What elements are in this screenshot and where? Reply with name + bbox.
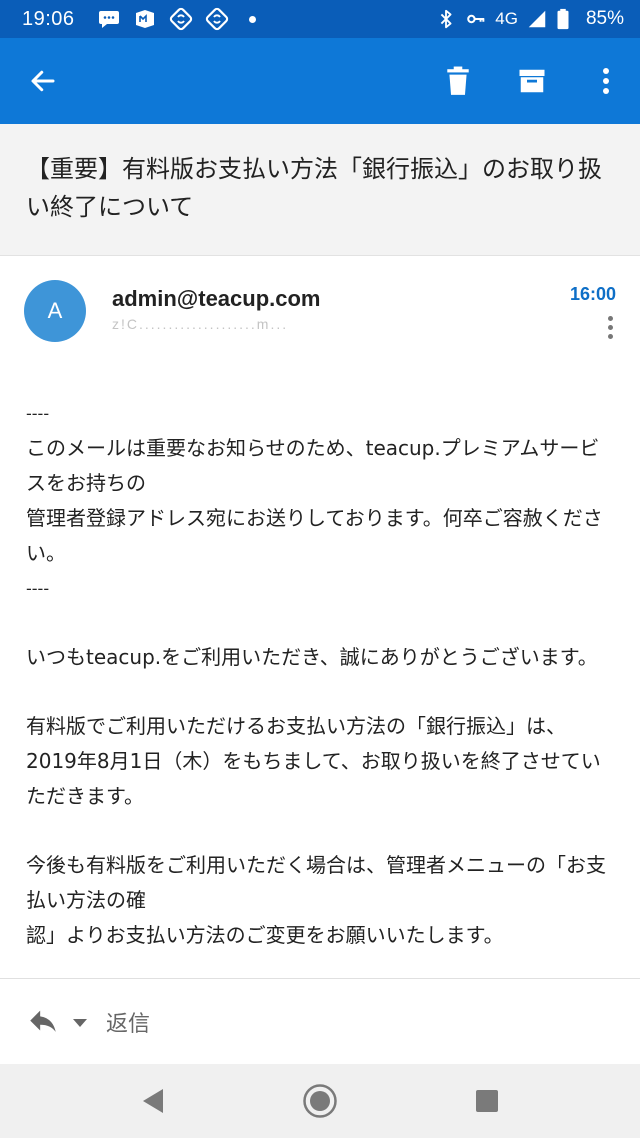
status-bar: 19:06 4G 85%: [0, 0, 640, 38]
separator-line: ----: [26, 579, 50, 598]
signal-icon: [526, 8, 548, 30]
archive-icon: [519, 69, 545, 93]
more-vertical-icon: [607, 315, 613, 321]
body-paragraph: 今後も有料版をご利用いただく場合は、管理者メニューの「お支払い方法の確: [26, 853, 606, 912]
arrow-left-icon: [31, 70, 55, 92]
archive-button[interactable]: [500, 49, 564, 113]
message-more-button[interactable]: [600, 312, 620, 342]
recipient-preview: z!C....................m...: [112, 318, 289, 330]
body-paragraph: いつもteacup.をご利用いただき、誠にありがとうございます。: [26, 645, 598, 669]
mail-app-icon: [133, 7, 157, 31]
back-button[interactable]: [11, 49, 75, 113]
delete-button[interactable]: [426, 49, 490, 113]
reply-label[interactable]: 返信: [106, 1006, 150, 1038]
body-paragraph: 有料版でご利用いただけるお支払い方法の「銀行振込」は、: [26, 714, 566, 738]
email-body: ---- このメールは重要なお知らせのため、teacup.プレミアムサービスをお…: [0, 356, 640, 978]
back-triangle-icon: [143, 1089, 164, 1113]
chat-bubble-icon: [97, 7, 121, 31]
sync-icon: [169, 7, 193, 31]
bluetooth-icon: [435, 8, 457, 30]
app-bar: [0, 38, 640, 124]
body-paragraph: 管理者登録アドレス宛にお送りしております。何卒ご容赦ください。: [26, 506, 603, 565]
separator-line: ----: [26, 404, 50, 423]
more-notifications-dot: [248, 15, 256, 23]
avatar[interactable]: A: [24, 280, 86, 342]
email-body-text: ---- このメールは重要なお知らせのため、teacup.プレミアムサービスをお…: [0, 356, 640, 953]
body-paragraph: 認」よりお支払い方法のご変更をお願いいたします。: [26, 923, 504, 947]
sent-time: 16:00: [569, 284, 616, 304]
sync-icon: [205, 7, 229, 31]
nav-recents-button[interactable]: [462, 1076, 512, 1126]
chevron-down-icon[interactable]: [70, 1012, 90, 1032]
status-time: 19:06: [22, 7, 75, 30]
battery-icon: [556, 8, 578, 30]
nav-home-button[interactable]: [295, 1076, 345, 1126]
notification-icons: [97, 7, 256, 31]
trash-icon: [447, 66, 469, 95]
body-paragraph: 2019年8月1日（木）をもちまして、お取り扱いを終了させていただきます。: [26, 749, 601, 808]
body-paragraph: このメールは重要なお知らせのため、teacup.プレミアムサービスをお持ちの: [26, 436, 600, 495]
email-subject-header: 【重要】有料版お支払い方法「銀行振込」のお取り扱い終了について: [0, 124, 640, 256]
network-type: 4G: [495, 9, 518, 28]
app-bar-actions: [416, 49, 638, 113]
home-circle-icon: [303, 1084, 337, 1118]
key-icon: [465, 8, 487, 30]
reply-icon[interactable]: [26, 1005, 60, 1039]
battery-percent: 85%: [585, 8, 624, 29]
system-navigation-bar: [0, 1064, 640, 1138]
more-vertical-icon: [603, 68, 609, 94]
message-header[interactable]: A admin@teacup.com z!C..................…: [0, 256, 640, 356]
recents-square-icon: [475, 1090, 498, 1112]
nav-back-button[interactable]: [128, 1076, 178, 1126]
system-status: 4G 85%: [435, 8, 624, 30]
reply-bar[interactable]: 返信: [0, 978, 640, 1064]
more-options-button[interactable]: [574, 49, 638, 113]
sender-address[interactable]: admin@teacup.com: [112, 286, 321, 312]
email-subject: 【重要】有料版お支払い方法「銀行振込」のお取り扱い終了について: [26, 155, 602, 221]
